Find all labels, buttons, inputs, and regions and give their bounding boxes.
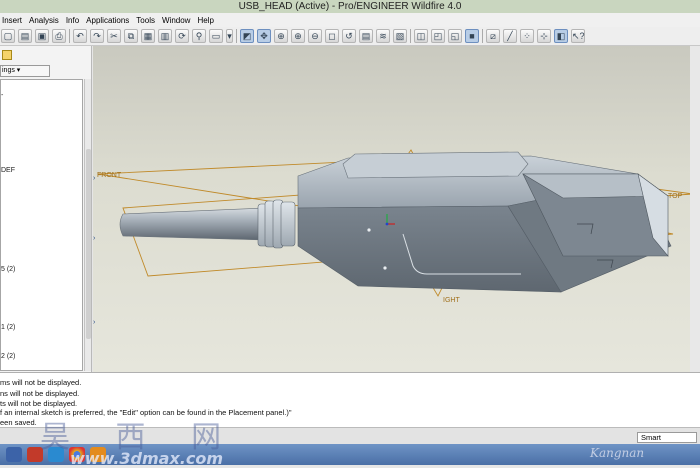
datum-planes-icon[interactable]: ⧄ (486, 29, 500, 43)
datum-label-front: FRONT (97, 172, 122, 179)
toolbar-separator (69, 29, 70, 43)
body-hole (367, 228, 371, 232)
panel-chevron-icon[interactable]: › (93, 175, 96, 182)
paste-special-icon[interactable]: ▥ (158, 29, 172, 43)
selection-filter-select[interactable]: Smart (637, 432, 697, 443)
view-manager-icon[interactable]: ▧ (393, 29, 407, 43)
refit-icon[interactable]: ◻ (325, 29, 339, 43)
panel-chevron-icon[interactable]: › (93, 319, 96, 326)
settings-dropdown[interactable]: ings ▾ (0, 65, 50, 77)
menu-analysis[interactable]: Analysis (29, 16, 59, 25)
message-line: een saved. (0, 418, 37, 427)
zoom-out-icon[interactable]: ⊖ (308, 29, 322, 43)
open-file-icon[interactable]: ▤ (18, 29, 32, 43)
body-hole (383, 266, 387, 270)
tree-item[interactable]: - (1, 92, 3, 99)
housing-grip-top[interactable] (342, 151, 529, 179)
selection-filter-icon[interactable]: ▭ (209, 29, 223, 43)
regenerate-icon[interactable]: ⟳ (175, 29, 189, 43)
graphics-window[interactable]: FRONT TOP IGHT › › › (93, 46, 700, 372)
orient-icon[interactable]: ⊕ (274, 29, 288, 43)
menu-bar: Insert Analysis Info Applications Tools … (0, 13, 700, 27)
tree-item[interactable]: 1 (2) (1, 324, 15, 331)
menu-tools[interactable]: Tools (136, 16, 155, 25)
save-icon[interactable]: ▣ (35, 29, 49, 43)
model-tree-toolbar (0, 48, 92, 62)
menu-insert[interactable]: Insert (2, 16, 22, 25)
datum-points-icon[interactable]: ⁘ (520, 29, 534, 43)
sketch-icon[interactable]: ◩ (240, 29, 254, 43)
model-tree-panel: ings ▾ - DEF 5 (2) 1 (2) 2 (2) (0, 46, 92, 372)
cut-icon[interactable]: ✂ (107, 29, 121, 43)
print-icon[interactable]: ⎙ (52, 29, 66, 43)
author-signature: Kangnan (590, 446, 645, 460)
find-icon[interactable]: ⚲ (192, 29, 206, 43)
copy-icon[interactable]: ⧉ (124, 29, 138, 43)
undo-icon[interactable]: ↶ (73, 29, 87, 43)
message-line: ns will not be displayed. (0, 389, 80, 398)
message-line: ts will not be displayed. (0, 399, 78, 408)
folder-icon[interactable] (2, 50, 12, 60)
menu-help[interactable]: Help (197, 16, 213, 25)
spin-center-icon[interactable]: ✥ (257, 29, 271, 43)
toolbar-separator (410, 29, 411, 43)
cable[interactable] (119, 207, 266, 241)
start-icon[interactable] (6, 447, 22, 462)
no-hidden-icon[interactable]: ◱ (448, 29, 462, 43)
tree-item[interactable]: DEF (1, 167, 15, 174)
model-tree: - DEF 5 (2) 1 (2) 2 (2) (0, 79, 83, 371)
panel-chevron-icon[interactable]: › (93, 235, 96, 242)
context-help-icon[interactable]: ↖? (571, 29, 585, 43)
menu-window[interactable]: Window (162, 16, 190, 25)
toolbar-separator (482, 29, 483, 43)
datum-axes-icon[interactable]: ╱ (503, 29, 517, 43)
paste-icon[interactable]: ▦ (141, 29, 155, 43)
site-watermark-url: www.3dmax.com (70, 449, 223, 468)
model-tree-scrollbar[interactable] (84, 79, 91, 371)
tree-item[interactable]: 5 (2) (1, 266, 15, 273)
menu-applications[interactable]: Applications (86, 16, 129, 25)
scroll-thumb[interactable] (86, 149, 91, 339)
strain-relief[interactable] (257, 199, 296, 249)
new-file-icon[interactable]: ▢ (1, 29, 15, 43)
toolbar-separator (236, 29, 237, 43)
graphics-right-edge (690, 46, 700, 372)
wireframe-icon[interactable]: ◫ (414, 29, 428, 43)
tree-item[interactable]: 2 (2) (1, 353, 15, 360)
dropdown-arrow-icon[interactable]: ▾ (226, 29, 233, 43)
model-viewport: FRONT TOP IGHT › › › (93, 149, 694, 326)
menu-info[interactable]: Info (66, 16, 79, 25)
hidden-line-icon[interactable]: ◰ (431, 29, 445, 43)
redo-icon[interactable]: ↷ (90, 29, 104, 43)
saved-views-icon[interactable]: ▤ (359, 29, 373, 43)
message-line: ms will not be displayed. (0, 378, 82, 387)
annotation-icon[interactable]: ◧ (554, 29, 568, 43)
shading-icon[interactable]: ■ (465, 29, 479, 43)
datum-label-top: TOP (668, 193, 683, 200)
window-title: USB_HEAD (Active) - Pro/ENGINEER Wildfir… (0, 0, 700, 13)
layers-icon[interactable]: ≋ (376, 29, 390, 43)
coordinate-systems-icon[interactable]: ⊹ (537, 29, 551, 43)
main-toolbar: ▢ ▤ ▣ ⎙ ↶ ↷ ✂ ⧉ ▦ ▥ ⟳ ⚲ ▭ ▾ ◩ ✥ ⊕ ⊕ ⊖ ◻ … (0, 27, 700, 46)
zoom-in-icon[interactable]: ⊕ (291, 29, 305, 43)
reorient-icon[interactable]: ↺ (342, 29, 356, 43)
datum-label-right: IGHT (443, 297, 460, 304)
